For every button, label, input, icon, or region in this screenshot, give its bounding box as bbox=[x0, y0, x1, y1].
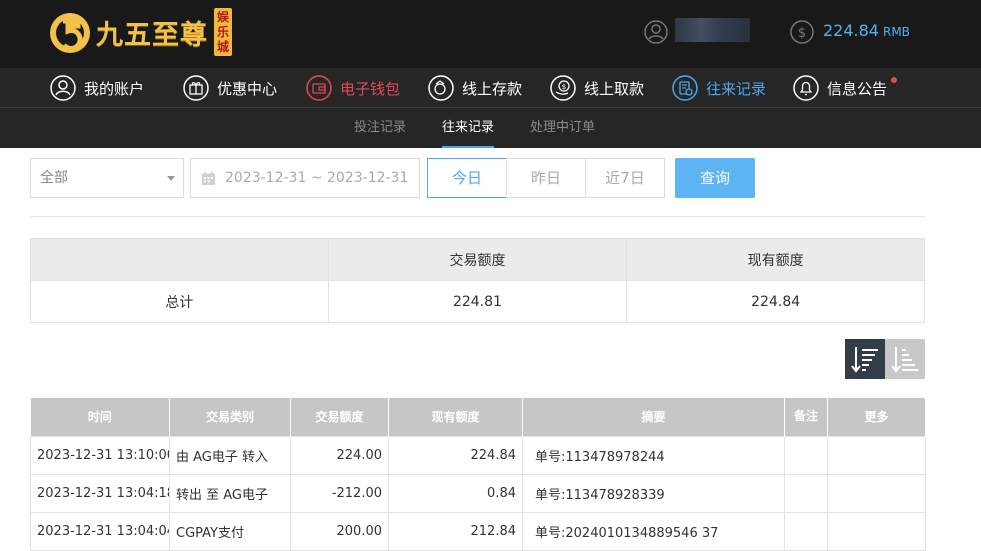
nav-item-e-wallet[interactable]: 电子钱包 bbox=[306, 68, 400, 108]
nav-item-my-account[interactable]: 我的账户 bbox=[50, 68, 144, 108]
col-header-type[interactable]: 交易类别 bbox=[169, 398, 291, 436]
sub-nav: 投注记录 往来记录 处理中订单 bbox=[0, 108, 981, 148]
cell-type: 由 AG电子 转入 bbox=[169, 435, 291, 475]
col-header-summary[interactable]: 摘要 bbox=[522, 398, 785, 436]
caret-down-icon bbox=[167, 176, 175, 181]
summary-total-amount: 224.81 bbox=[327, 280, 628, 323]
nav-item-label: 优惠中心 bbox=[217, 79, 278, 98]
balance-currency: RMB bbox=[882, 25, 910, 39]
col-header-note[interactable]: 备注 bbox=[784, 398, 828, 436]
bell-icon bbox=[793, 75, 819, 101]
cell-amount: 200.00 bbox=[290, 511, 389, 551]
nav-item-label: 线上存款 bbox=[462, 79, 523, 98]
cell-more[interactable] bbox=[827, 511, 926, 551]
summary-current-balance: 224.84 bbox=[626, 280, 925, 323]
col-header-note-text: 备注 bbox=[793, 409, 818, 424]
balance-amount: 224.84 bbox=[823, 21, 879, 40]
search-button[interactable]: 查询 bbox=[675, 158, 755, 198]
svg-text:$: $ bbox=[798, 26, 806, 41]
cell-note bbox=[784, 511, 828, 551]
sort-ascending-button[interactable] bbox=[885, 339, 925, 379]
cell-more[interactable] bbox=[827, 473, 926, 513]
summary-header-row: 交易额度 现有额度 bbox=[30, 238, 925, 281]
cell-more[interactable] bbox=[827, 435, 926, 475]
nav-item-promotions[interactable]: 优惠中心 bbox=[183, 68, 277, 108]
summary-header-cell: 现有额度 bbox=[626, 238, 925, 281]
nav-item-label: 线上取款 bbox=[584, 79, 645, 98]
summary-total-label: 总计 bbox=[30, 280, 329, 323]
gift-icon bbox=[183, 75, 209, 101]
cell-balance: 224.84 bbox=[388, 435, 523, 475]
notification-dot bbox=[891, 77, 898, 83]
username-redacted bbox=[675, 18, 750, 42]
nav-item-label: 电子钱包 bbox=[340, 79, 401, 98]
nav-item-online-deposit[interactable]: 线上存款 bbox=[428, 68, 522, 108]
cell-summary: 单号:2024010134889546 37 bbox=[522, 511, 785, 551]
user-avatar-icon[interactable] bbox=[644, 20, 668, 44]
table-row[interactable]: 2023-12-31 13:04:04 CGPAY支付 200.00 212.8… bbox=[30, 511, 926, 551]
divider bbox=[30, 216, 925, 217]
date-range-value: 2023-12-31 ~ 2023-12-31 bbox=[225, 170, 409, 186]
sort-ascending-icon bbox=[891, 347, 918, 373]
transactions-table: 时间 交易类别 交易额度 现有额度 摘要 备注 更多 2023-12-31 13… bbox=[30, 398, 926, 551]
nav-item-announcements[interactable]: 信息公告 bbox=[793, 68, 898, 108]
user-icon bbox=[50, 75, 76, 101]
record-icon bbox=[672, 75, 698, 101]
col-header-more[interactable]: 更多 bbox=[827, 398, 926, 436]
brand-badge: 娱 乐 城 bbox=[214, 8, 232, 56]
cell-summary: 单号:113478928339 bbox=[522, 473, 785, 513]
summary-header-cell: 交易额度 bbox=[327, 238, 628, 281]
nav-item-transaction-records[interactable]: 往来记录 bbox=[672, 68, 766, 108]
top-header: 九五至尊 娱 乐 城 $ 224.84 RMB bbox=[0, 0, 981, 68]
nav-item-label: 我的账户 bbox=[84, 79, 145, 98]
quick-7days-button[interactable]: 近7日 bbox=[585, 158, 665, 198]
col-header-time[interactable]: 时间 bbox=[30, 398, 170, 436]
brand-logo[interactable]: 九五至尊 娱 乐 城 bbox=[48, 6, 232, 58]
tab-transaction-records[interactable]: 往来记录 bbox=[442, 108, 495, 148]
tab-pending-orders[interactable]: 处理中订单 bbox=[530, 108, 595, 148]
balance-display: 224.84 RMB bbox=[823, 21, 910, 40]
cell-time: 2023-12-31 13:04:18 bbox=[30, 473, 170, 513]
brand-name: 九五至尊 bbox=[96, 19, 208, 51]
quick-today-button[interactable]: 今日 bbox=[427, 158, 507, 198]
cell-balance: 212.84 bbox=[388, 511, 523, 551]
svg-text:$: $ bbox=[562, 83, 566, 91]
cell-type: 转出 至 AG电子 bbox=[169, 473, 291, 513]
quick-yesterday-button[interactable]: 昨日 bbox=[506, 158, 586, 198]
type-select[interactable]: 全部 bbox=[30, 158, 184, 198]
nav-item-online-withdraw[interactable]: $ 线上取款 bbox=[550, 68, 644, 108]
table-row[interactable]: 2023-12-31 13:10:00 由 AG电子 转入 224.00 224… bbox=[30, 435, 926, 475]
cell-note bbox=[784, 473, 828, 513]
table-row[interactable]: 2023-12-31 13:04:18 转出 至 AG电子 -212.00 0.… bbox=[30, 473, 926, 513]
wallet-icon bbox=[306, 75, 332, 101]
summary-table: 交易额度 现有额度 总计 224.81 224.84 bbox=[30, 238, 925, 323]
deposit-icon bbox=[428, 75, 454, 101]
cell-amount: 224.00 bbox=[290, 435, 389, 475]
col-header-balance[interactable]: 现有额度 bbox=[388, 398, 523, 436]
sort-descending-button[interactable] bbox=[845, 339, 885, 379]
cell-balance: 0.84 bbox=[388, 473, 523, 513]
cell-time: 2023-12-31 13:04:04 bbox=[30, 511, 170, 551]
table-header-row: 时间 交易类别 交易额度 现有额度 摘要 备注 更多 bbox=[30, 398, 926, 436]
type-select-value: 全部 bbox=[40, 170, 68, 186]
col-header-amount[interactable]: 交易额度 bbox=[290, 398, 389, 436]
sort-descending-icon bbox=[851, 347, 878, 373]
withdraw-icon: $ bbox=[550, 75, 576, 101]
summary-total-row: 总计 224.81 224.84 bbox=[30, 280, 925, 323]
balance-coin-icon: $ bbox=[790, 20, 814, 44]
cell-amount: -212.00 bbox=[290, 473, 389, 513]
main-nav: 我的账户 优惠中心 电子钱包 线上存款 $ 线上取款 往来记录 信息公告 bbox=[0, 68, 981, 108]
summary-header-cell bbox=[30, 238, 329, 281]
tab-bet-records[interactable]: 投注记录 bbox=[354, 108, 406, 148]
logo-mark-icon bbox=[50, 13, 90, 53]
date-range-input[interactable]: 2023-12-31 ~ 2023-12-31 bbox=[190, 158, 420, 198]
cell-note bbox=[784, 435, 828, 475]
cell-time: 2023-12-31 13:10:00 bbox=[30, 435, 170, 475]
nav-item-label: 往来记录 bbox=[706, 79, 767, 98]
cell-type: CGPAY支付 bbox=[169, 511, 291, 551]
calendar-icon bbox=[202, 171, 215, 185]
cell-summary: 单号:113478978244 bbox=[522, 435, 785, 475]
nav-item-label: 信息公告 bbox=[827, 79, 888, 98]
